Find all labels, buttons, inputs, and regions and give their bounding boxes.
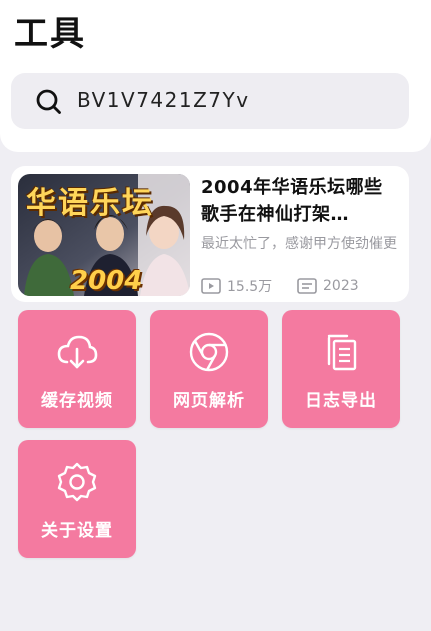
tool-log-export-button[interactable]: 日志导出 [282,310,400,428]
views-stat: 15.5万 [201,276,272,296]
views-count: 15.5万 [227,279,273,295]
search-input[interactable]: BV1V7421Z7Yv [77,88,250,112]
document-copy-icon [327,334,357,371]
video-description: 最近太忙了，感谢甲方使劲催更 [201,236,397,252]
tool-label: 关于设置 [41,521,113,541]
video-card[interactable]: 华语乐坛 2004 2004年华语乐坛哪些歌手在神仙打架… 最近太忙了，感谢甲方… [11,166,409,302]
tool-about-settings-button[interactable]: 关于设置 [18,440,136,558]
list-date-icon [297,278,317,294]
thumbnail-caption-top: 华语乐坛 [26,186,154,221]
tool-label: 日志导出 [305,391,377,411]
play-count-icon [201,278,221,294]
page-title: 工具 [14,14,86,54]
tool-label: 缓存视频 [41,391,113,411]
thumbnail-caption-bottom: 2004 [70,266,143,296]
tool-web-parse-button[interactable]: 网页解析 [150,310,268,428]
gear-icon [57,462,97,502]
tool-cache-video-button[interactable]: 缓存视频 [18,310,136,428]
header-area: 工具 BV1V7421Z7Yv [0,0,431,152]
search-icon [36,89,61,114]
cloud-download-icon [57,335,98,369]
video-meta: 15.5万 2023 [201,276,401,296]
year-stat: 2023 [297,276,359,296]
video-thumbnail[interactable]: 华语乐坛 2004 [18,174,190,296]
search-bar[interactable]: BV1V7421Z7Yv [11,73,409,129]
tool-label: 网页解析 [173,391,245,411]
chrome-browser-icon [189,332,229,372]
video-year: 2023 [323,278,359,294]
video-title[interactable]: 2004年华语乐坛哪些歌手在神仙打架… [201,174,401,230]
